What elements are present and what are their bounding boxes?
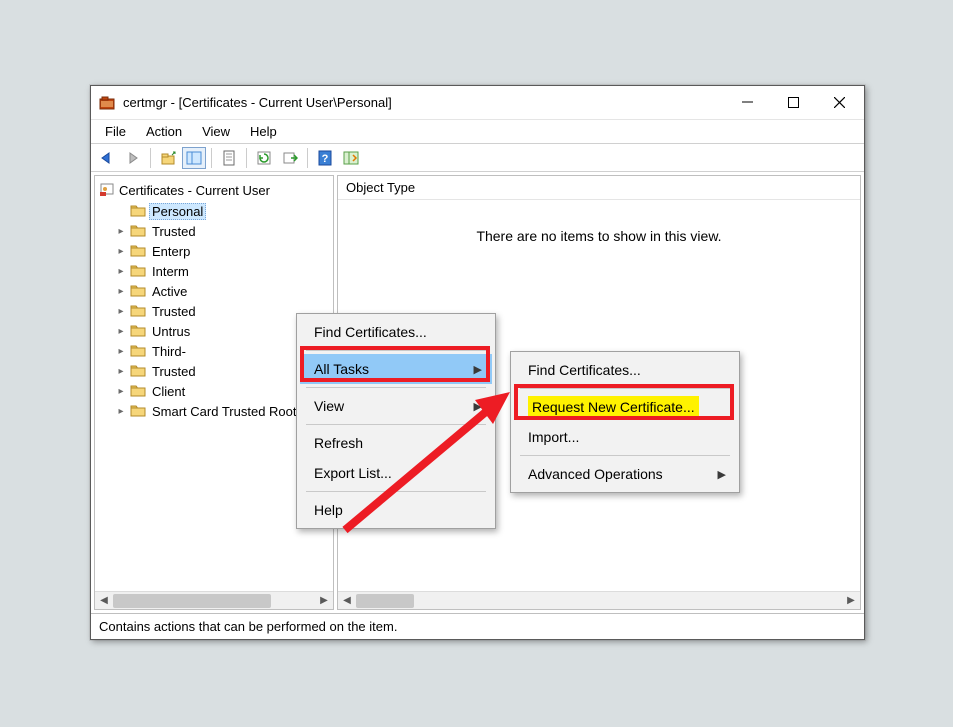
ctx2-import[interactable]: Import... xyxy=(514,422,736,452)
close-button[interactable] xyxy=(816,88,862,118)
ctx-export-list[interactable]: Export List... xyxy=(300,458,492,488)
menubar: File Action View Help xyxy=(91,120,864,144)
tree-item-label: Third- xyxy=(149,344,189,359)
expander-icon[interactable]: ▸ xyxy=(115,265,127,277)
titlebar: certmgr - [Certificates - Current User\P… xyxy=(91,86,864,120)
refresh-button[interactable] xyxy=(252,147,276,169)
column-header-object-type[interactable]: Object Type xyxy=(338,176,860,200)
cert-root-icon xyxy=(99,181,115,200)
tree-item[interactable]: ▸ Trusted xyxy=(115,221,333,241)
submenu-arrow-icon: ▶ xyxy=(474,400,482,413)
context-separator xyxy=(306,424,486,425)
tree-item-label: Enterp xyxy=(149,244,193,259)
menu-help[interactable]: Help xyxy=(240,122,287,141)
folder-icon xyxy=(130,303,146,320)
tree-item[interactable]: Personal xyxy=(115,201,333,221)
export-button[interactable] xyxy=(278,147,302,169)
show-tree-button[interactable] xyxy=(182,147,206,169)
copy-button[interactable] xyxy=(217,147,241,169)
expander-icon[interactable]: ▸ xyxy=(115,345,127,357)
tree-item-label: Interm xyxy=(149,264,192,279)
context-menu-1: Find Certificates... All Tasks ▶ View ▶ … xyxy=(296,313,496,529)
highlight-request: Request New Certificate... xyxy=(528,396,699,418)
toolbar-separator xyxy=(211,148,212,168)
app-icon xyxy=(99,95,115,111)
expander-icon[interactable]: ▸ xyxy=(115,245,127,257)
tree-root-label: Certificates - Current User xyxy=(119,183,270,198)
tree-item[interactable]: ▸ Active xyxy=(115,281,333,301)
tree-item-label: Trusted xyxy=(149,304,199,319)
folder-icon xyxy=(130,363,146,380)
folder-icon xyxy=(130,203,146,220)
tree-item[interactable]: ▸ Interm xyxy=(115,261,333,281)
tree-item-label: Trusted xyxy=(149,224,199,239)
back-button[interactable] xyxy=(95,147,119,169)
expander-icon[interactable]: ▸ xyxy=(115,405,127,417)
folder-icon xyxy=(130,383,146,400)
statusbar: Contains actions that can be performed o… xyxy=(91,613,864,639)
ctx2-find-certificates[interactable]: Find Certificates... xyxy=(514,355,736,385)
up-button[interactable] xyxy=(156,147,180,169)
folder-icon xyxy=(130,223,146,240)
tree-item-label: Smart Card Trusted Roots xyxy=(149,404,306,419)
tree-item-label: Trusted xyxy=(149,364,199,379)
scroll-right-icon[interactable]: ▶ xyxy=(315,592,333,610)
help-button[interactable]: ? xyxy=(313,147,337,169)
expander-icon[interactable]: ▸ xyxy=(115,225,127,237)
submenu-arrow-icon: ▶ xyxy=(474,363,482,376)
expander-icon[interactable]: ▸ xyxy=(115,305,127,317)
menu-view[interactable]: View xyxy=(192,122,240,141)
expander-icon[interactable] xyxy=(115,205,127,217)
toolbar-separator xyxy=(150,148,151,168)
tree-root[interactable]: Certificates - Current User xyxy=(99,180,333,201)
scroll-right-icon[interactable]: ▶ xyxy=(842,592,860,610)
ctx-refresh[interactable]: Refresh xyxy=(300,428,492,458)
folder-icon xyxy=(130,403,146,420)
context-separator xyxy=(520,388,730,389)
menu-action[interactable]: Action xyxy=(136,122,192,141)
minimize-button[interactable] xyxy=(724,88,770,118)
ctx2-request-new-certificate[interactable]: Request New Certificate... xyxy=(514,392,736,422)
context-separator xyxy=(306,491,486,492)
list-hscrollbar[interactable]: ◀ ▶ xyxy=(338,591,860,609)
ctx-all-tasks[interactable]: All Tasks ▶ xyxy=(300,354,492,384)
context-menu-2: Find Certificates... Request New Certifi… xyxy=(510,351,740,493)
empty-message: There are no items to show in this view. xyxy=(338,200,860,244)
tree-item-label: Active xyxy=(149,284,190,299)
toolbar-separator xyxy=(307,148,308,168)
expander-icon[interactable]: ▸ xyxy=(115,325,127,337)
status-text: Contains actions that can be performed o… xyxy=(99,619,397,634)
menu-file[interactable]: File xyxy=(95,122,136,141)
tree-hscrollbar[interactable]: ◀ ▶ xyxy=(95,591,333,609)
ctx2-advanced-operations[interactable]: Advanced Operations ▶ xyxy=(514,459,736,489)
toolbar-separator xyxy=(246,148,247,168)
context-separator xyxy=(520,455,730,456)
folder-icon xyxy=(130,263,146,280)
tree-item-label: Untrus xyxy=(149,324,193,339)
tree-item-label: Personal xyxy=(149,203,206,220)
tree-item-label: Client xyxy=(149,384,188,399)
expander-icon[interactable]: ▸ xyxy=(115,385,127,397)
context-separator xyxy=(306,350,486,351)
scroll-left-icon[interactable]: ◀ xyxy=(95,592,113,610)
svg-text:?: ? xyxy=(322,153,329,165)
expander-icon[interactable]: ▸ xyxy=(115,285,127,297)
ctx-help[interactable]: Help xyxy=(300,495,492,525)
ctx-view[interactable]: View ▶ xyxy=(300,391,492,421)
ctx-find-certificates[interactable]: Find Certificates... xyxy=(300,317,492,347)
tree-item[interactable]: ▸ Enterp xyxy=(115,241,333,261)
forward-button[interactable] xyxy=(121,147,145,169)
window-title: certmgr - [Certificates - Current User\P… xyxy=(123,95,724,110)
folder-icon xyxy=(130,343,146,360)
folder-icon xyxy=(130,323,146,340)
maximize-button[interactable] xyxy=(770,88,816,118)
expander-icon[interactable]: ▸ xyxy=(115,365,127,377)
toolbar: ? xyxy=(91,144,864,172)
find-button[interactable] xyxy=(339,147,363,169)
folder-icon xyxy=(130,243,146,260)
scroll-left-icon[interactable]: ◀ xyxy=(338,592,356,610)
folder-icon xyxy=(130,283,146,300)
context-separator xyxy=(306,387,486,388)
submenu-arrow-icon: ▶ xyxy=(718,468,726,481)
